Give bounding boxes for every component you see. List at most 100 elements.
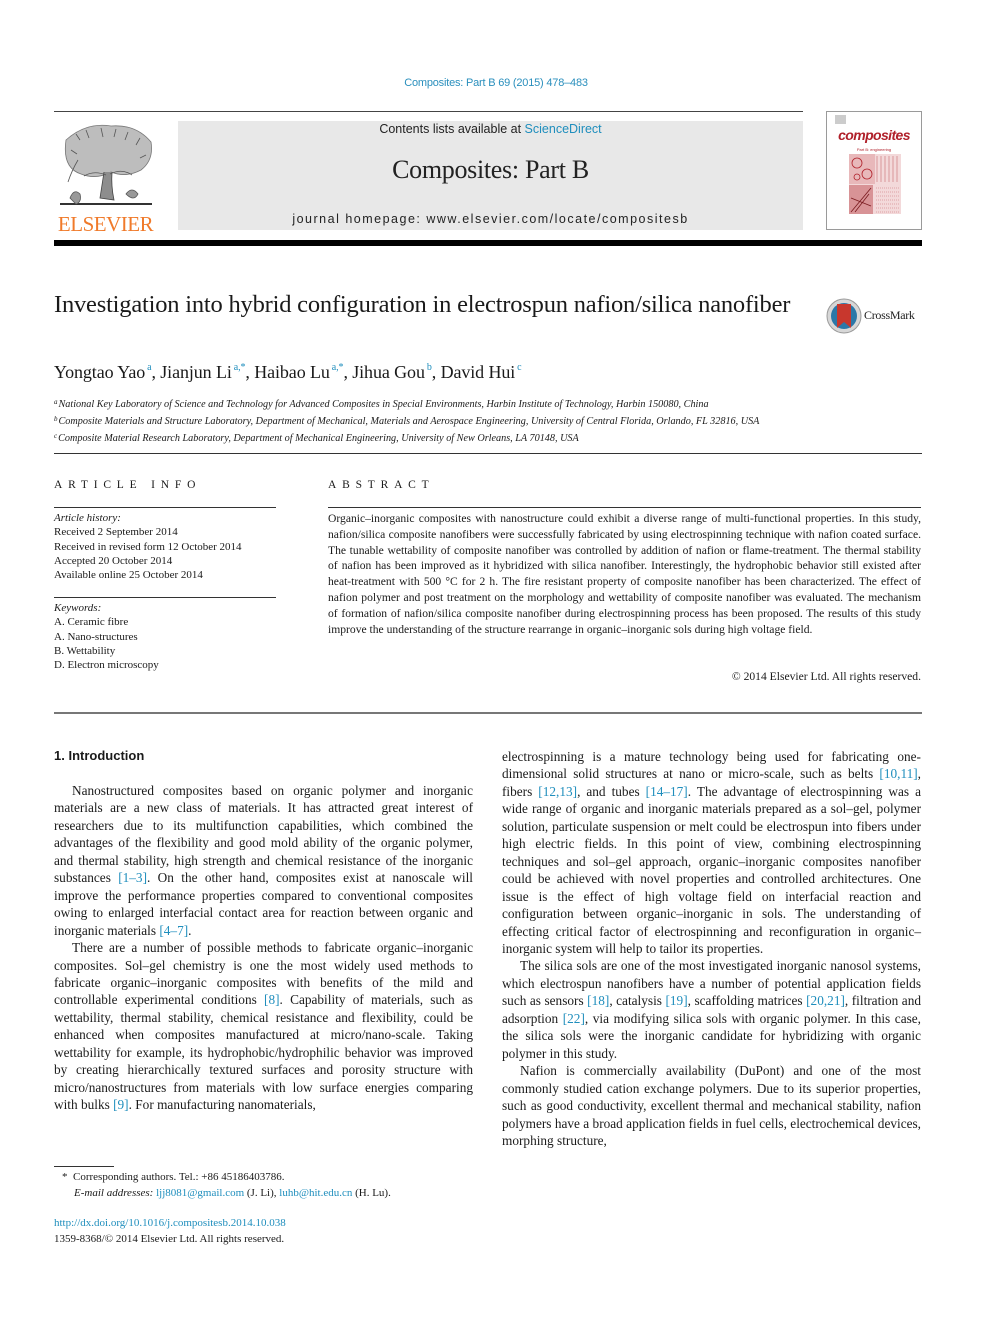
divider-rule (328, 507, 921, 508)
keyword-item: A. Nano-structures (54, 630, 138, 643)
email-link-li[interactable]: ljj8081@gmail.com (156, 1187, 244, 1199)
email-owner: (J. Li), (244, 1186, 280, 1199)
article-history: Article history: Received 2 September 20… (54, 511, 276, 582)
abstract-text: Organic–inorganic composites with nanost… (328, 512, 921, 636)
email-link-lu[interactable]: luhb@hit.edu.cn (279, 1187, 352, 1199)
author-affiliation-marker[interactable]: b (427, 362, 432, 373)
author-affiliation-marker[interactable]: a,* (332, 362, 344, 373)
author-affiliation-marker[interactable]: a (147, 362, 151, 373)
paragraph-text: Nafion is commercially availability (DuP… (502, 1063, 921, 1148)
corresponding-text: Corresponding authors. Tel.: +86 4518640… (73, 1171, 285, 1183)
header-top-rule (54, 111, 803, 112)
email-label: E-mail addresses: (74, 1186, 157, 1199)
paragraph-text: , scaffolding matrices (687, 993, 807, 1009)
article-title: Investigation into hybrid configuration … (54, 291, 791, 318)
citation-link[interactable]: [12,13] (538, 784, 577, 799)
citation-link[interactable]: [18] (587, 993, 609, 1008)
header-thick-rule (54, 240, 922, 246)
author-name[interactable]: Jianjun Li (160, 362, 232, 382)
paragraph-text: electrospinning is a mature technology b… (502, 749, 921, 782)
paragraph-text: . For manufacturing nanomaterials, (128, 1097, 316, 1113)
issn-copyright: 1359-8368/© 2014 Elsevier Ltd. All right… (54, 1232, 285, 1245)
contents-line: Contents lists available at ScienceDirec… (178, 122, 803, 136)
journal-cover-thumbnail[interactable]: composites Part B: engineering (826, 111, 922, 230)
section-heading-introduction: 1. Introduction (54, 748, 145, 763)
affiliation-key: b (54, 415, 58, 423)
footnote-star: * (62, 1171, 68, 1183)
journal-header-box: Contents lists available at ScienceDirec… (178, 121, 803, 230)
author-name[interactable]: Haibao Lu (254, 362, 330, 382)
divider-rule (54, 507, 276, 508)
history-item: Received 2 September 2014 (54, 526, 178, 539)
author-name[interactable]: David Hui (441, 362, 516, 382)
author-affiliation-marker[interactable]: a,* (234, 362, 246, 373)
citation-link[interactable]: [10,11] (879, 766, 917, 781)
citation-link[interactable]: [4–7] (159, 923, 188, 938)
history-item: Available online 25 October 2014 (54, 569, 203, 582)
abstract-copyright: © 2014 Elsevier Ltd. All rights reserved… (731, 670, 921, 683)
cover-subtitle: Part B: engineering (856, 147, 892, 152)
crossmark-button[interactable]: CrossMark (826, 297, 926, 335)
affiliation-key: a (54, 398, 58, 406)
divider-rule (54, 597, 276, 598)
paragraph-text: . Capability of materials, such as wetta… (54, 992, 473, 1113)
paragraph: electrospinning is a mature technology b… (502, 748, 921, 957)
keywords: Keywords: A. Ceramic fibre A. Nano-struc… (54, 601, 276, 672)
elsevier-tree-icon (60, 124, 152, 205)
footnote-rule (54, 1166, 114, 1167)
paragraph: The silica sols are one of the most inve… (502, 957, 921, 1062)
affiliation-text: Composite Materials and Structure Labora… (58, 416, 760, 427)
paragraph: There are a number of possible methods t… (54, 939, 473, 1114)
citation-link[interactable]: [22] (563, 1011, 585, 1026)
paragraph-text: , and tubes (577, 783, 646, 799)
divider-rule (54, 453, 922, 454)
citation-link[interactable]: [8] (264, 992, 280, 1007)
paragraph-text: , catalysis (609, 993, 666, 1009)
author-name[interactable]: Yongtao Yao (54, 362, 145, 382)
elsevier-logo[interactable]: ELSEVIER (54, 120, 157, 236)
paragraph: Nanostructured composites based on organ… (54, 782, 473, 939)
author-list: Yongtao Yao a, Jianjun Li a,*, Haibao Lu a,… (54, 362, 522, 382)
affiliation-item: cComposite Material Research Laboratory,… (54, 429, 934, 446)
crossmark-label: CrossMark (864, 308, 915, 322)
affiliation-item: aNational Key Laboratory of Science and … (54, 395, 934, 412)
article-history-label: Article history: (54, 512, 121, 524)
author-name[interactable]: Jihua Gou (352, 362, 425, 382)
article-info-heading: ARTICLE INFO (54, 479, 202, 491)
abstract-heading: ABSTRACT (328, 479, 435, 491)
history-item: Accepted 20 October 2014 (54, 554, 173, 567)
email-line: E-mail addresses: ljj8081@gmail.com (J. … (54, 1186, 494, 1202)
doi-block: http://dx.doi.org/10.1016/j.compositesb.… (54, 1216, 494, 1247)
paragraph-text: . The advantage of electrospinning was a… (502, 783, 921, 956)
contents-prefix: Contents lists available at (379, 122, 525, 136)
author-affiliation-marker[interactable]: c (517, 362, 521, 373)
keyword-item: B. Wettability (54, 644, 116, 657)
citation-link[interactable]: [9] (113, 1097, 129, 1112)
journal-citation-link[interactable]: Composites: Part B 69 (2015) 478–483 (0, 77, 992, 89)
history-item: Received in revised form 12 October 2014 (54, 540, 242, 553)
journal-homepage-link[interactable]: journal homepage: www.elsevier.com/locat… (178, 212, 803, 226)
citation-link[interactable]: [19] (665, 993, 687, 1008)
sciencedirect-link[interactable]: ScienceDirect (525, 122, 602, 136)
affiliation-text: National Key Laboratory of Science and T… (58, 399, 709, 410)
email-owner: (H. Lu). (352, 1186, 391, 1199)
keyword-item: A. Ceramic fibre (54, 616, 129, 629)
body-column-left: Nanostructured composites based on organ… (54, 782, 473, 1114)
paragraph-text: . (188, 922, 192, 938)
crossmark-icon (826, 298, 862, 334)
cover-publisher-mark (835, 115, 846, 124)
keyword-item: D. Electron microscopy (54, 659, 159, 672)
doi-link[interactable]: http://dx.doi.org/10.1016/j.compositesb.… (54, 1216, 494, 1232)
affiliation-key: c (54, 432, 58, 440)
keywords-label: Keywords: (54, 602, 102, 614)
citation-link[interactable]: [14–17] (646, 784, 688, 799)
journal-title: Composites: Part B (392, 155, 589, 184)
corresponding-author-note: * Corresponding authors. Tel.: +86 45186… (54, 1170, 494, 1186)
citation-link[interactable]: [20,21] (806, 993, 845, 1008)
cover-title: composites (838, 127, 910, 143)
divider-rule (54, 712, 922, 714)
affiliations: aNational Key Laboratory of Science and … (54, 395, 934, 446)
citation-link[interactable]: [1–3] (118, 870, 147, 885)
affiliation-text: Composite Material Research Laboratory, … (58, 433, 579, 444)
footnotes: * Corresponding authors. Tel.: +86 45186… (54, 1170, 494, 1201)
